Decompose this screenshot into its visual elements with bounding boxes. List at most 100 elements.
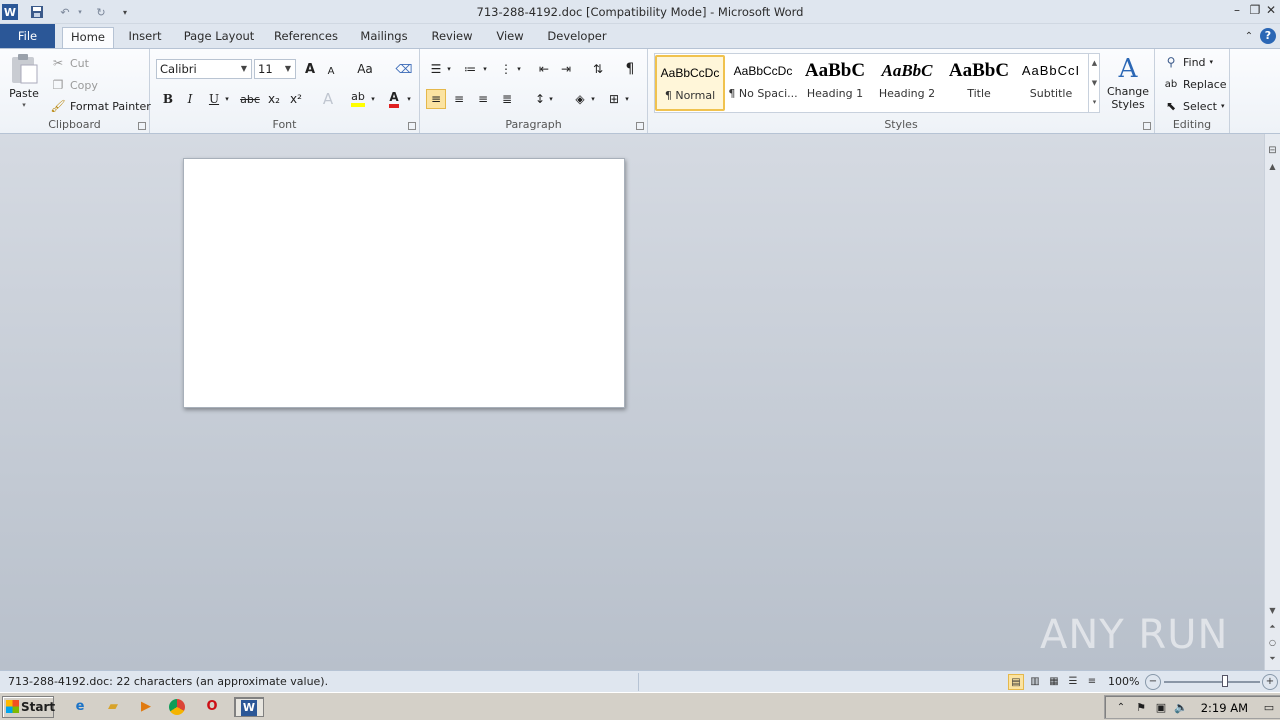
tab-view[interactable]: View [490,27,530,48]
style-heading-1[interactable]: AaBbC Heading 1 [800,55,870,111]
superscript-button[interactable]: x² [286,89,306,109]
tray-expand-icon[interactable]: ⌃ [1111,698,1131,718]
vertical-scrollbar[interactable]: ⊟ ▲ ▼ ⏶ ○ ⏷ [1264,134,1280,670]
next-page-icon[interactable]: ⏷ [1265,652,1280,666]
network-icon[interactable]: ▣ [1151,698,1171,718]
tab-mailings[interactable]: Mailings [354,27,414,48]
tab-developer[interactable]: Developer [542,27,612,48]
numbering-dropdown-icon[interactable]: ▾ [480,59,490,79]
underline-button[interactable]: U [204,89,224,109]
zoom-out-icon[interactable]: − [1145,674,1161,690]
paste-dropdown-icon[interactable]: ▾ [22,102,26,109]
browse-object-icon[interactable]: ○ [1265,636,1280,650]
tab-insert[interactable]: Insert [122,27,168,48]
scroll-down-icon[interactable]: ▼ [1265,604,1280,618]
underline-dropdown-icon[interactable]: ▾ [222,89,232,109]
styles-more-icon[interactable]: ▾ [1089,93,1100,111]
borders-dropdown-icon[interactable]: ▾ [622,89,632,109]
zoom-level[interactable]: 100% [1108,675,1139,688]
volume-icon[interactable]: 🔈 [1171,698,1191,718]
subscript-button[interactable]: x₂ [264,89,284,109]
change-styles-button[interactable]: A Change Styles [1106,53,1150,111]
style-heading-2[interactable]: AaBbC Heading 2 [872,55,942,111]
find-button[interactable]: ⚲ Find ▾ [1163,54,1213,70]
word-taskbar-button[interactable]: W [234,697,264,717]
replace-button[interactable]: ab Replace [1163,76,1227,92]
start-button[interactable]: Start [2,696,55,718]
increase-indent-icon[interactable]: ⇥ [556,59,576,79]
paste-button[interactable]: Paste ▾ [6,53,42,109]
justify-icon[interactable]: ≣ [497,89,517,109]
grow-font-button[interactable]: A [300,59,320,79]
styles-gallery-scroll[interactable]: ▲ ▼ ▾ [1088,53,1100,113]
format-painter-button[interactable]: 🖌 Format Painter [50,98,150,114]
scroll-up-icon[interactable]: ▲ [1265,160,1280,174]
style-no-spacing[interactable]: AaBbCcDc ¶ No Spaci... [728,55,798,111]
media-player-icon[interactable]: ▶ [136,697,156,717]
cut-button[interactable]: ✂ Cut [50,55,89,71]
action-center-flag-icon[interactable]: ⚑ [1131,698,1151,718]
draft-view-icon[interactable]: ≡ [1084,674,1100,690]
font-size-dropdown-icon[interactable]: ▼ [282,60,294,78]
align-center-icon[interactable]: ≡ [449,89,469,109]
tab-page-layout[interactable]: Page Layout [180,27,258,48]
styles-launcher-icon[interactable] [1143,122,1151,130]
help-icon[interactable]: ? [1260,28,1276,44]
minimize-icon[interactable]: – [1228,2,1246,18]
font-name-dropdown-icon[interactable]: ▼ [238,60,250,78]
font-launcher-icon[interactable] [408,122,416,130]
align-right-icon[interactable]: ≡ [473,89,493,109]
change-case-button[interactable]: Aa [352,59,378,79]
web-layout-icon[interactable]: ▦ [1046,674,1062,690]
view-ruler-icon[interactable]: ⊟ [1265,144,1280,158]
multilevel-list-icon[interactable]: ⋮ [496,59,516,79]
tab-home[interactable]: Home [62,27,114,48]
clock[interactable]: 2:19 AM [1201,701,1248,715]
tab-file[interactable]: File [0,24,55,48]
minimize-ribbon-icon[interactable]: ⌃ [1240,29,1258,45]
select-button[interactable]: ⬉ Select ▾ [1163,98,1224,114]
text-effects-icon[interactable]: A [318,89,338,109]
paragraph-launcher-icon[interactable] [636,122,644,130]
internet-explorer-icon[interactable]: e [70,697,90,717]
numbering-icon[interactable]: ≔ [460,59,480,79]
shading-icon[interactable]: ◈ [570,89,590,109]
styles-scroll-up-icon[interactable]: ▲ [1089,53,1100,73]
folder-icon[interactable]: ▰ [103,697,123,717]
strikethrough-button[interactable]: abc [238,89,262,109]
sort-icon[interactable]: ⇅ [588,59,608,79]
opera-icon[interactable]: O [202,697,222,717]
close-icon[interactable]: ✕ [1262,2,1280,18]
bold-button[interactable]: B [158,89,178,109]
borders-icon[interactable]: ⊞ [604,89,624,109]
copy-button[interactable]: ❐ Copy [50,77,98,93]
bullets-dropdown-icon[interactable]: ▾ [444,59,454,79]
font-name-combo[interactable]: Calibri ▼ [156,59,252,79]
outline-view-icon[interactable]: ☰ [1065,674,1081,690]
style-normal[interactable]: AaBbCcDc ¶ Normal [655,55,725,111]
print-layout-view-icon[interactable]: ▤ [1008,674,1024,690]
chrome-icon[interactable] [169,699,185,715]
style-title[interactable]: AaBbC Title [944,55,1014,111]
zoom-slider-thumb[interactable] [1222,675,1228,687]
zoom-in-icon[interactable]: + [1262,674,1278,690]
show-desktop-icon[interactable]: ▭ [1259,698,1279,718]
highlight-dropdown-icon[interactable]: ▾ [368,89,378,109]
document-workspace[interactable] [0,134,1264,670]
align-left-icon[interactable]: ≡ [426,89,446,109]
font-color-button[interactable]: A [384,89,404,109]
tab-review[interactable]: Review [426,27,478,48]
shrink-font-button[interactable]: A [321,61,341,81]
full-screen-reading-icon[interactable]: ▥ [1027,674,1043,690]
document-page[interactable] [183,158,625,408]
highlight-button[interactable]: ab [348,89,368,109]
bullets-icon[interactable]: ☰ [426,59,446,79]
show-hide-button[interactable]: ¶ [620,59,640,79]
tab-references[interactable]: References [270,27,342,48]
font-size-combo[interactable]: 11 ▼ [254,59,296,79]
decrease-indent-icon[interactable]: ⇤ [534,59,554,79]
zoom-slider[interactable] [1164,675,1260,687]
shading-dropdown-icon[interactable]: ▾ [588,89,598,109]
clear-formatting-icon[interactable]: ⌫ [394,59,414,79]
styles-scroll-down-icon[interactable]: ▼ [1089,73,1100,93]
